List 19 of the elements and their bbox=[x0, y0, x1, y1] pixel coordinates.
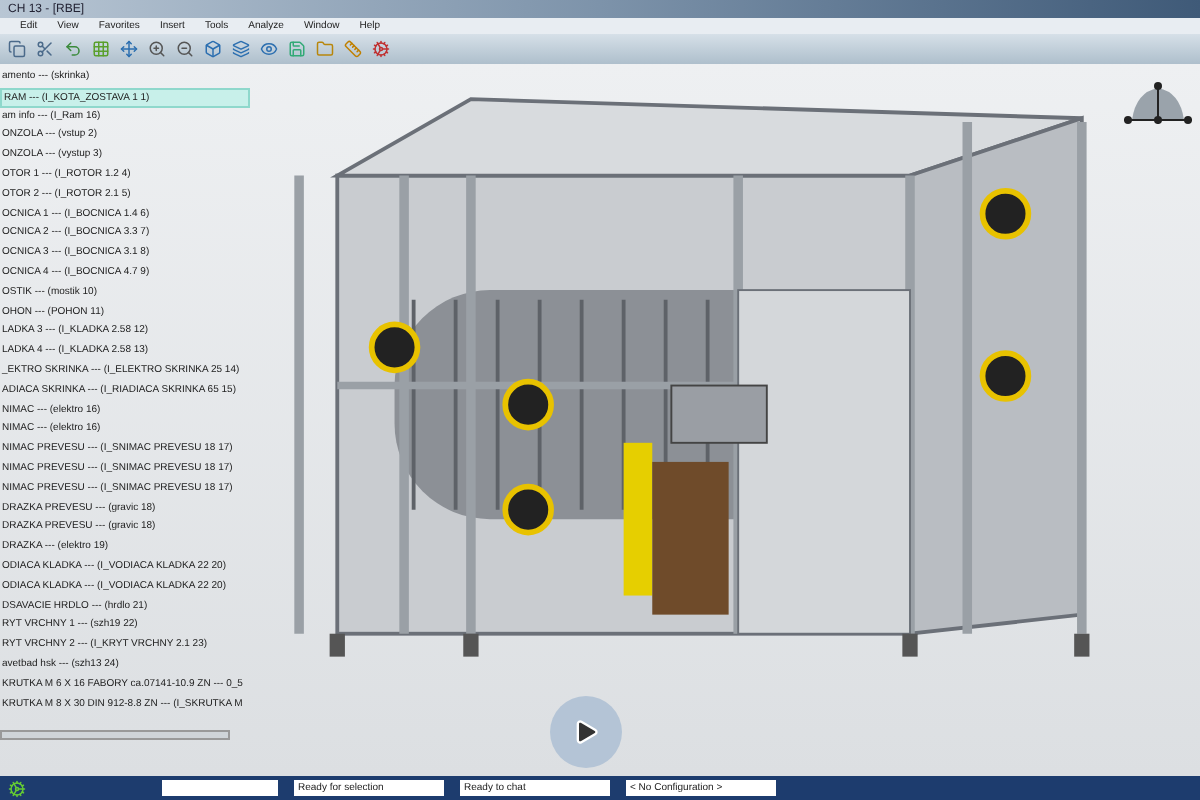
gear-icon[interactable] bbox=[372, 40, 390, 58]
grid-icon[interactable] bbox=[92, 40, 110, 58]
copy-icon[interactable] bbox=[8, 40, 26, 58]
cube-icon[interactable] bbox=[204, 40, 222, 58]
status-field bbox=[162, 780, 278, 796]
undo-icon[interactable] bbox=[64, 40, 82, 58]
layers-icon[interactable] bbox=[232, 40, 250, 58]
zoom-out-icon[interactable] bbox=[176, 40, 194, 58]
ruler-icon[interactable] bbox=[344, 40, 362, 58]
navigation-wheel[interactable] bbox=[550, 696, 622, 768]
eye-icon[interactable] bbox=[260, 40, 278, 58]
gear-icon[interactable] bbox=[8, 779, 26, 797]
save-icon[interactable] bbox=[288, 40, 306, 58]
folder-icon[interactable] bbox=[316, 40, 334, 58]
play-icon[interactable] bbox=[572, 718, 600, 746]
move-icon[interactable] bbox=[120, 40, 138, 58]
zoom-in-icon[interactable] bbox=[148, 40, 166, 58]
tree-scrollbar[interactable] bbox=[0, 730, 230, 740]
scissors-icon[interactable] bbox=[36, 40, 54, 58]
